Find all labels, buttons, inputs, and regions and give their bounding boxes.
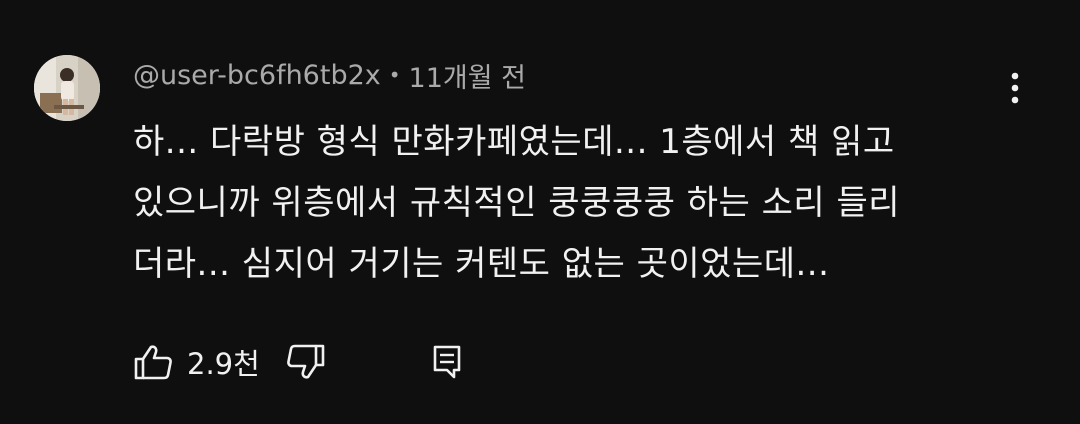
author-handle[interactable]: @user-bc6fh6tb2x <box>133 60 381 91</box>
like-button[interactable] <box>133 344 173 380</box>
reply-button[interactable] <box>430 342 464 382</box>
thumbs-down-icon <box>286 344 325 379</box>
comment-actions: 2.9천 <box>133 340 326 384</box>
comment-timestamp[interactable]: 11개월 전 <box>409 56 526 95</box>
comment-text: 하... 다락방 형식 만화카페였는데... 1층에서 책 읽고 있으니까 위층… <box>133 112 1033 295</box>
comment-text-line: 하... 다락방 형식 만화카페였는데... 1층에서 책 읽고 <box>133 122 895 162</box>
more-options-button[interactable] <box>998 66 1032 110</box>
thumbs-up-icon <box>134 345 172 380</box>
comment-text-line: 있으니까 위층에서 규칙적인 쿵쿵쿵쿵 하는 소리 들리 <box>133 183 901 223</box>
meta-separator: • <box>388 63 401 87</box>
comment-thread: @user-bc6fh6tb2x • 11개월 전 하... 다락방 형식 만화… <box>0 0 1080 424</box>
comment-meta: @user-bc6fh6tb2x • 11개월 전 <box>133 55 526 95</box>
comment-icon <box>433 345 461 379</box>
vertical-ellipsis-icon <box>1011 72 1019 104</box>
avatar-photo <box>34 55 100 121</box>
dislike-button[interactable] <box>286 344 326 380</box>
comment-text-line: 더라... 심지어 거기는 커텐도 없는 곳이었는데... <box>133 244 830 284</box>
avatar[interactable] <box>34 55 100 121</box>
like-count: 2.9천 <box>187 347 260 381</box>
